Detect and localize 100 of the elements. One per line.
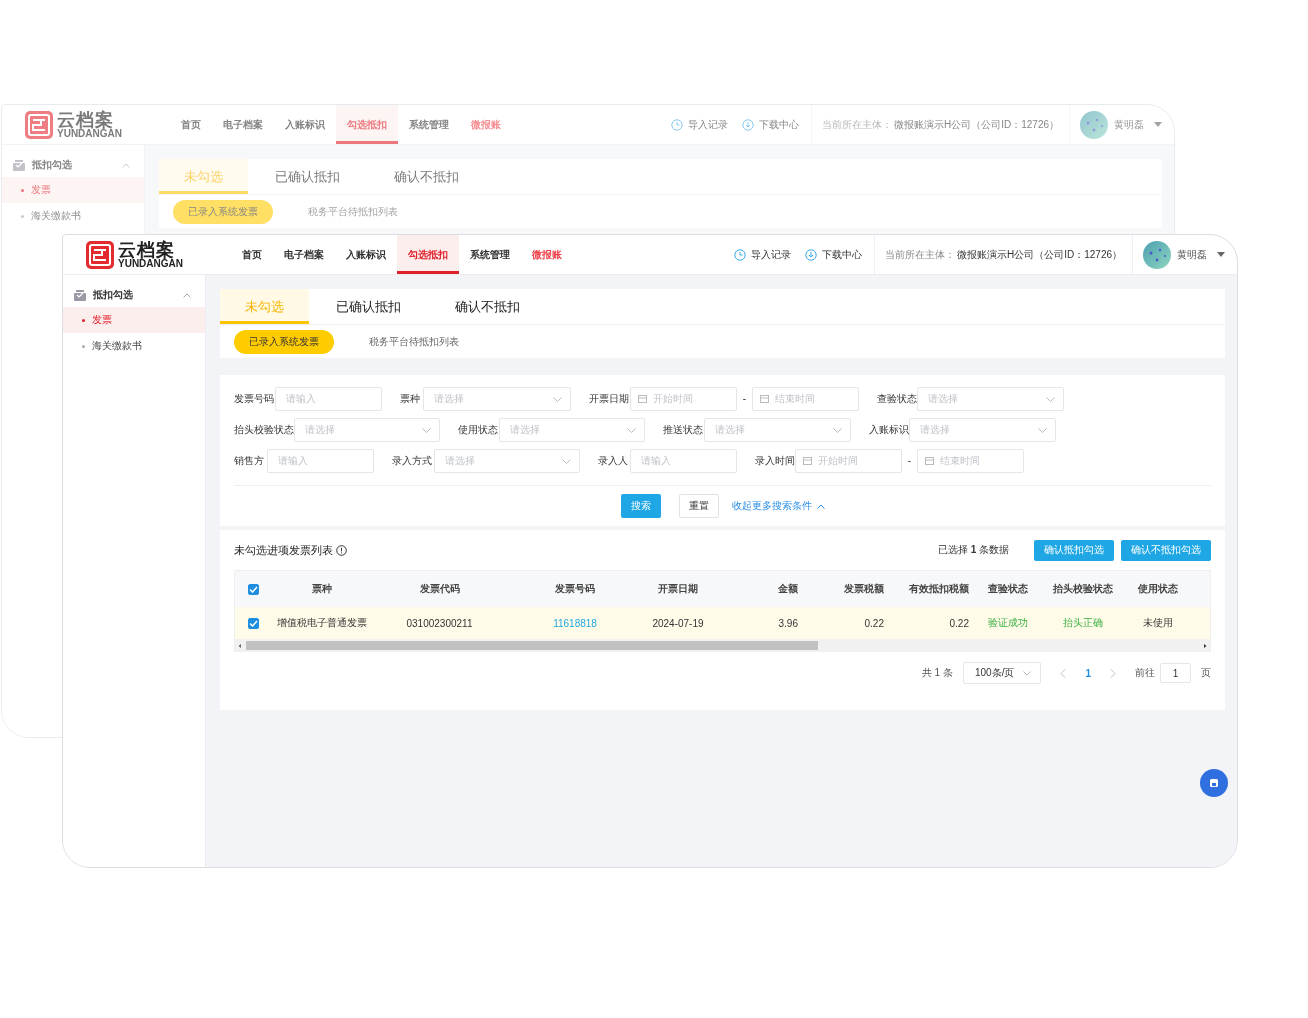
download-center-link[interactable]: 下载中心 [804,247,862,262]
nav-tab[interactable]: 首页 [231,235,273,274]
logo-name: 云档案 [57,110,114,129]
nav-tab[interactable]: 电子档案 [273,235,335,274]
sidebar-item[interactable]: 海关缴款书 [2,203,144,229]
table-cell: 0.22 [949,617,969,629]
range-separator: - [906,455,913,466]
sidebar-item[interactable]: 发票 [2,177,144,203]
scroll-left-icon[interactable] [237,642,243,649]
filter-label: 使用状态 [458,422,498,437]
tab[interactable]: 确认不抵扣 [367,159,486,194]
subtab[interactable]: 已录入系统发票 [234,329,334,354]
total-count: 共 1 条 [921,666,953,680]
logo-icon [85,239,115,270]
filter-label: 发票号码 [234,391,274,406]
sidebar-group[interactable]: 抵扣勾选 [63,283,205,307]
logo-icon [24,109,54,140]
list-title: 未勾选进项发票列表 [234,542,333,558]
range-separator: - [741,393,748,404]
column-header: 发票代码 [418,582,461,596]
page-unit: 页 [1201,666,1211,680]
confirm-button[interactable]: 确认抵扣勾选 [1034,539,1114,561]
column-header: 发票税额 [843,582,885,596]
import-records-link[interactable]: 导入记录 [733,247,791,262]
chevron-down-icon [1038,427,1047,433]
nav-tab[interactable]: 系统管理 [459,235,521,274]
nav-tab[interactable]: 系统管理 [398,105,460,144]
column-header: 抬头校验状态 [1052,582,1114,596]
clock-icon [670,118,683,131]
info-icon [336,544,347,556]
user-name[interactable]: 黄明磊 [1114,117,1144,132]
filter-label: 推送状态 [663,422,703,437]
column-header: 有效抵扣税额 [908,582,970,596]
search-button[interactable]: 搜索 [620,494,661,518]
download-center-link[interactable]: 下载中心 [741,117,799,132]
filter-label: 查验状态 [877,391,917,406]
collapse-filters-link[interactable]: 收起更多搜索条件 [731,499,825,513]
row-checkbox[interactable] [248,617,259,629]
subtab[interactable]: 税务平台待抵扣列表 [354,329,474,354]
user-name[interactable]: 黄明磊 [1177,247,1207,262]
import-records-link[interactable]: 导入记录 [670,117,728,132]
subtab[interactable]: 已录入系统发票 [173,199,273,224]
caret-down-icon[interactable] [1217,252,1225,257]
sidebar-group[interactable]: 抵扣勾选 [2,153,144,177]
download-icon [804,248,817,261]
reset-button[interactable]: 重置 [678,494,719,518]
chevron-down-icon [562,458,571,464]
sidebar-item[interactable]: 海关缴款书 [63,333,205,359]
nav-tab[interactable]: 勾选抵扣 [397,235,459,274]
selection-count: 已选择 1 条数据 [937,543,1009,557]
tab[interactable]: 已确认抵扣 [309,289,428,324]
table-cell: 031002300211 [406,617,473,629]
page-number[interactable]: 1 [1085,667,1091,679]
chevron-down-icon [553,396,562,402]
tab[interactable]: 已确认抵扣 [248,159,367,194]
caret-down-icon[interactable] [1154,122,1162,127]
square-icon [1209,778,1219,788]
tray-icon [13,159,25,171]
chevron-down-icon [1046,396,1055,402]
entity-label: 当前所在主体： [884,247,955,262]
avatar[interactable] [1080,110,1108,139]
logo-subtitle: YUNDANGAN [118,258,183,269]
scroll-right-icon[interactable] [1202,642,1208,649]
confirm-button[interactable]: 确认不抵扣勾选 [1121,539,1211,561]
column-header: 发票号码 [554,582,596,596]
table-cell: 增值税电子普通发票 [277,616,367,630]
entity-name: 微报账演示H公司（公司ID：12726） [956,247,1122,262]
page-size-select[interactable]: 100条/页 [962,662,1042,684]
chevron-up-icon [816,503,825,509]
filter-label: 录入方式 [392,453,432,468]
calendar-icon [760,393,769,403]
goto-page-field[interactable]: 1 [1160,663,1191,683]
sidebar-item[interactable]: 发票 [63,307,205,333]
column-header: 开票日期 [657,582,699,596]
select-all-checkbox[interactable] [248,583,259,595]
table-cell: 未使用 [1143,616,1173,630]
filter-label: 录入时间 [755,453,795,468]
logo-subtitle: YUNDANGAN [57,128,122,139]
nav-tab[interactable]: 微报账 [460,105,512,144]
chevron-down-icon [1023,670,1032,676]
filter-label: 票种 [400,391,420,406]
invoice-number-link[interactable]: 11618818 [553,617,597,629]
goto-label: 前往 [1135,666,1155,680]
subtab[interactable]: 税务平台待抵扣列表 [293,199,413,224]
nav-tab[interactable]: 勾选抵扣 [336,105,398,144]
nav-tab[interactable]: 入账标识 [274,105,336,144]
avatar[interactable] [1143,240,1171,269]
column-header: 查验状态 [986,582,1029,596]
filter-label: 开票日期 [589,391,629,406]
nav-tab[interactable]: 入账标识 [335,235,397,274]
nav-tab[interactable]: 微报账 [521,235,573,274]
column-header: 使用状态 [1137,582,1179,596]
entity-name: 微报账演示H公司（公司ID：12726） [893,117,1059,132]
calendar-icon [803,455,812,465]
chevron-down-icon [627,427,636,433]
horizontal-scrollbar[interactable] [235,639,1210,652]
tab[interactable]: 确认不抵扣 [428,289,547,324]
nav-tab[interactable]: 首页 [170,105,212,144]
filter-label: 入账标识 [869,422,909,437]
nav-tab[interactable]: 电子档案 [212,105,274,144]
